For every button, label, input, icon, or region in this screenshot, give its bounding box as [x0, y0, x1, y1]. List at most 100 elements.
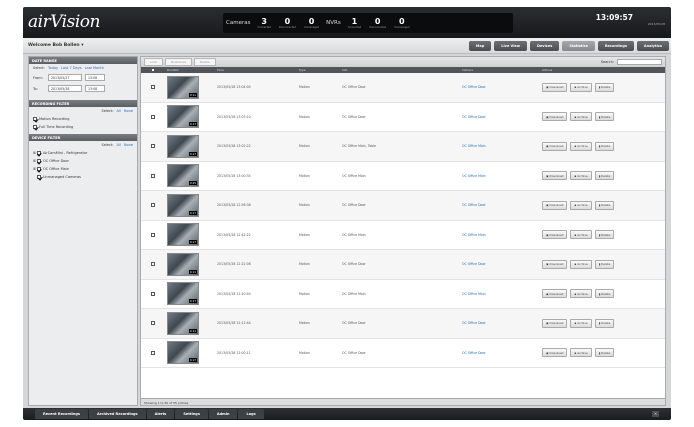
user-menu[interactable]: Welcome Bob Bollen ▾	[28, 43, 83, 48]
row-download-button[interactable]: ▣ Download	[542, 82, 568, 92]
table-row[interactable]: 0:17 2013/05/28 12:42:22 Motion OC Office M…	[141, 221, 665, 250]
recording-thumbnail[interactable]: 0:17	[167, 282, 199, 306]
row-delete-button[interactable]: ▮ Delete	[594, 112, 615, 122]
row-download-button[interactable]: ▣ Download	[542, 112, 568, 122]
column-header[interactable]: Info	[342, 68, 462, 72]
camera-link[interactable]: OC Office Door	[462, 351, 542, 355]
last-7-days-link[interactable]: Last 7 Days	[61, 66, 81, 70]
download-button[interactable]: Download	[164, 58, 192, 66]
bottom-tab-archived-recordings[interactable]: Archived Recordings	[88, 409, 146, 419]
row-delete-button[interactable]: ▮ Delete	[594, 141, 615, 151]
tab-analytics[interactable]: Analytics	[636, 41, 669, 51]
recording-thumbnail[interactable]: 0:17	[167, 341, 199, 365]
row-download-button[interactable]: ▣ Download	[542, 259, 568, 269]
tab-recordings[interactable]: Recordings	[597, 41, 634, 51]
row-download-button[interactable]: ▣ Download	[542, 171, 568, 181]
row-checkbox[interactable]	[151, 262, 155, 267]
device-item[interactable]: ⊞ OC Office Main	[29, 165, 137, 173]
tab-map[interactable]: Map	[468, 41, 492, 51]
row-delete-button[interactable]: ▮ Delete	[594, 348, 615, 358]
recording-thumbnail[interactable]: 0:17	[167, 105, 199, 129]
recording-thumbnail[interactable]: 0:25	[167, 164, 199, 188]
checkbox[interactable]	[33, 117, 37, 121]
device-item[interactable]: ⊞ AirCamMini - Refrigerator	[29, 149, 137, 157]
recording-thumbnail[interactable]: 0:11	[167, 311, 199, 335]
camera-link[interactable]: OC Office Door	[462, 203, 542, 207]
row-checkbox[interactable]	[151, 232, 155, 237]
row-checkbox[interactable]	[151, 321, 155, 326]
lock-button[interactable]: Lock	[144, 58, 163, 66]
search-input[interactable]	[617, 59, 662, 65]
checkbox[interactable]	[36, 159, 41, 163]
bottom-tab-recent-recordings[interactable]: Recent Recordings	[35, 409, 88, 419]
select-none-link[interactable]: None	[124, 143, 133, 147]
row-checkbox[interactable]	[151, 291, 155, 296]
bottom-tab-settings[interactable]: Settings	[175, 409, 208, 419]
camera-link[interactable]: OC Office Main	[462, 233, 542, 237]
bottom-tab-alerts[interactable]: Alerts	[146, 409, 175, 419]
row-archive-button[interactable]: ▪ Archive	[570, 289, 592, 299]
camera-link[interactable]: OC Office Main	[462, 144, 542, 148]
row-archive-button[interactable]: ▪ Archive	[570, 230, 592, 240]
row-download-button[interactable]: ▣ Download	[542, 200, 568, 210]
row-delete-button[interactable]: ▮ Delete	[594, 318, 615, 328]
motion-recording-option[interactable]: Motion Recording	[29, 115, 137, 123]
row-delete-button[interactable]: ▮ Delete	[594, 259, 615, 269]
table-row[interactable]: 0:11 2013/05/28 13:04:00 Motion OC Office D…	[141, 73, 665, 103]
to-date-field[interactable]: 2013/05/28	[48, 85, 82, 92]
row-delete-button[interactable]: ▮ Delete	[594, 200, 615, 210]
row-delete-button[interactable]: ▮ Delete	[594, 171, 615, 181]
to-time-field[interactable]: 13:08	[85, 85, 105, 92]
row-delete-button[interactable]: ▮ Delete	[594, 82, 615, 92]
row-checkbox[interactable]	[151, 350, 155, 355]
camera-link[interactable]: OC Office Door	[462, 262, 542, 266]
row-checkbox[interactable]	[151, 173, 155, 178]
tab-statistics[interactable]: Statistics	[562, 41, 595, 51]
recording-thumbnail[interactable]: 0:11	[167, 75, 199, 99]
delete-button[interactable]: Delete	[193, 58, 216, 66]
camera-link[interactable]: OC Office Door	[462, 321, 542, 325]
row-checkbox[interactable]	[151, 114, 155, 119]
checkbox[interactable]	[36, 167, 41, 171]
row-archive-button[interactable]: ▪ Archive	[570, 141, 592, 151]
table-row[interactable]: 0:17 2013/05/28 12:20:40 Motion OC Office M…	[141, 280, 665, 309]
row-archive-button[interactable]: ▪ Archive	[570, 200, 592, 210]
table-row[interactable]: 0:17 2013/05/28 12:56:38 Motion OC Office D…	[141, 191, 665, 221]
from-date-field[interactable]: 2013/05/27	[48, 74, 82, 81]
table-row[interactable]: 0:17 2013/05/28 13:03:10 Motion OC Office D…	[141, 103, 665, 132]
full-time-recording-option[interactable]: Full Time Recording	[29, 123, 137, 131]
last-month-link[interactable]: Last Month	[85, 66, 104, 70]
select-all-link[interactable]: All	[117, 143, 121, 147]
column-header[interactable]: Duration	[167, 68, 217, 72]
row-delete-button[interactable]: ▮ Delete	[594, 289, 615, 299]
select-all-link[interactable]: All	[117, 109, 121, 113]
row-archive-button[interactable]: ▪ Archive	[570, 348, 592, 358]
column-header[interactable]: Time	[217, 68, 299, 72]
checkbox[interactable]	[36, 151, 41, 155]
table-row[interactable]: 0:25 2013/05/28 13:00:34 Motion OC Office M…	[141, 162, 665, 191]
camera-link[interactable]: OC Office Door	[462, 85, 542, 89]
device-item[interactable]: ⊞ OC Office Door	[29, 157, 137, 165]
recording-thumbnail[interactable]: 0:17	[167, 223, 199, 247]
tab-devices[interactable]: Devices	[530, 41, 560, 51]
row-archive-button[interactable]: ▪ Archive	[570, 259, 592, 269]
row-checkbox[interactable]	[151, 85, 155, 90]
recording-thumbnail[interactable]: 0:17	[167, 193, 199, 217]
recording-thumbnail[interactable]: 0:11	[167, 252, 199, 276]
row-download-button[interactable]: ▣ Download	[542, 348, 568, 358]
row-archive-button[interactable]: ▪ Archive	[570, 171, 592, 181]
select-all-checkbox[interactable]	[151, 68, 155, 72]
column-header[interactable]: Camera	[462, 68, 542, 72]
row-download-button[interactable]: ▣ Download	[542, 289, 568, 299]
close-icon[interactable]: ×	[652, 411, 659, 417]
camera-link[interactable]: OC Office Door	[462, 115, 542, 119]
from-time-field[interactable]: 13:08	[85, 74, 105, 81]
camera-link[interactable]: OC Office Main	[462, 292, 542, 296]
today-link[interactable]: Today	[48, 66, 58, 70]
select-none-link[interactable]: None	[124, 109, 133, 113]
row-checkbox[interactable]	[151, 203, 155, 208]
table-row[interactable]: 0:11 2013/05/28 12:12:44 Motion OC Office D…	[141, 309, 665, 339]
row-archive-button[interactable]: ▪ Archive	[570, 318, 592, 328]
row-checkbox[interactable]	[151, 144, 155, 149]
checkbox[interactable]	[37, 175, 41, 179]
